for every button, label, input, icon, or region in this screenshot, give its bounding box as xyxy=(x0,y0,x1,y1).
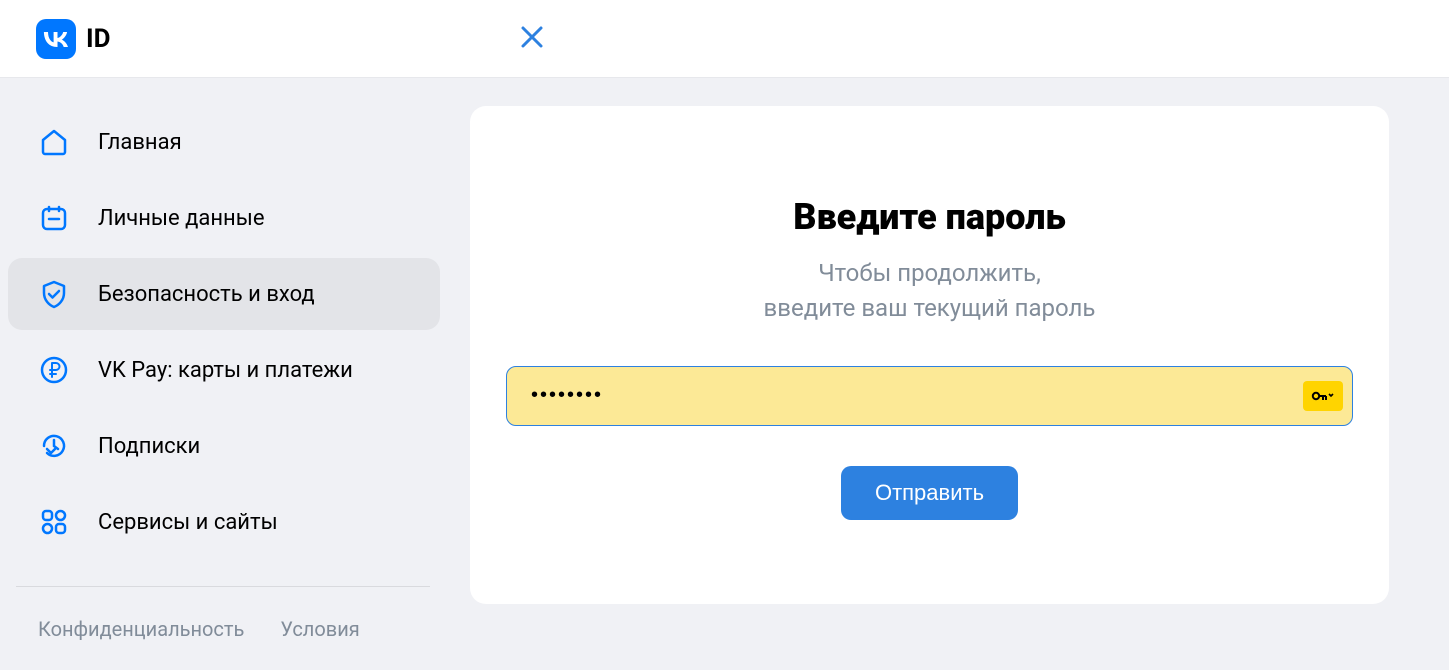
sidebar-item-subscriptions[interactable]: Подписки xyxy=(8,410,440,482)
password-input-wrap xyxy=(506,366,1353,426)
close-icon xyxy=(518,23,546,51)
sidebar-item-label: Главная xyxy=(98,130,182,155)
footer-terms-link[interactable]: Условия xyxy=(280,617,359,641)
sidebar-item-label: Сервисы и сайты xyxy=(98,510,278,535)
sidebar-item-personal[interactable]: Личные данные xyxy=(8,182,440,254)
sidebar-item-label: Подписки xyxy=(98,434,200,459)
sidebar-item-vkpay[interactable]: VK Pay: карты и платежи xyxy=(8,334,440,406)
card-subtitle-line2: введите ваш текущий пароль xyxy=(764,294,1096,322)
close-button[interactable] xyxy=(518,23,546,55)
password-card: Введите пароль Чтобы продолжить, введите… xyxy=(470,106,1389,604)
brand-id-label: ID xyxy=(86,24,111,54)
password-input[interactable] xyxy=(506,366,1353,426)
main: Введите пароль Чтобы продолжить, введите… xyxy=(470,106,1449,641)
submit-button[interactable]: Отправить xyxy=(841,466,1018,520)
card-title: Введите пароль xyxy=(506,196,1353,238)
footer-privacy-link[interactable]: Конфиденциальность xyxy=(38,617,244,641)
password-manager-badge[interactable] xyxy=(1303,381,1343,411)
vk-logo-icon xyxy=(36,19,76,59)
services-icon xyxy=(38,506,70,538)
layout: Главная Личные данные Безопасность и вхо… xyxy=(0,78,1449,641)
home-icon xyxy=(38,126,70,158)
card-subtitle-line1: Чтобы продолжить, xyxy=(818,259,1041,287)
footer-links: Конфиденциальность Условия xyxy=(16,586,430,641)
brand-logo[interactable]: ID xyxy=(36,19,111,59)
sidebar-item-security[interactable]: Безопасность и вход xyxy=(8,258,440,330)
card-subtitle: Чтобы продолжить, введите ваш текущий па… xyxy=(506,256,1353,326)
ruble-icon xyxy=(38,354,70,386)
sidebar-item-label: VK Pay: карты и платежи xyxy=(98,358,353,383)
shield-icon xyxy=(38,278,70,310)
sidebar: Главная Личные данные Безопасность и вхо… xyxy=(0,106,470,641)
sidebar-item-label: Безопасность и вход xyxy=(98,282,315,307)
sidebar-item-label: Личные данные xyxy=(98,206,265,231)
key-icon xyxy=(1311,387,1335,405)
personal-icon xyxy=(38,202,70,234)
sidebar-item-services[interactable]: Сервисы и сайты xyxy=(8,486,440,558)
sidebar-item-home[interactable]: Главная xyxy=(8,106,440,178)
clock-icon xyxy=(38,430,70,462)
header: ID xyxy=(0,0,1449,78)
